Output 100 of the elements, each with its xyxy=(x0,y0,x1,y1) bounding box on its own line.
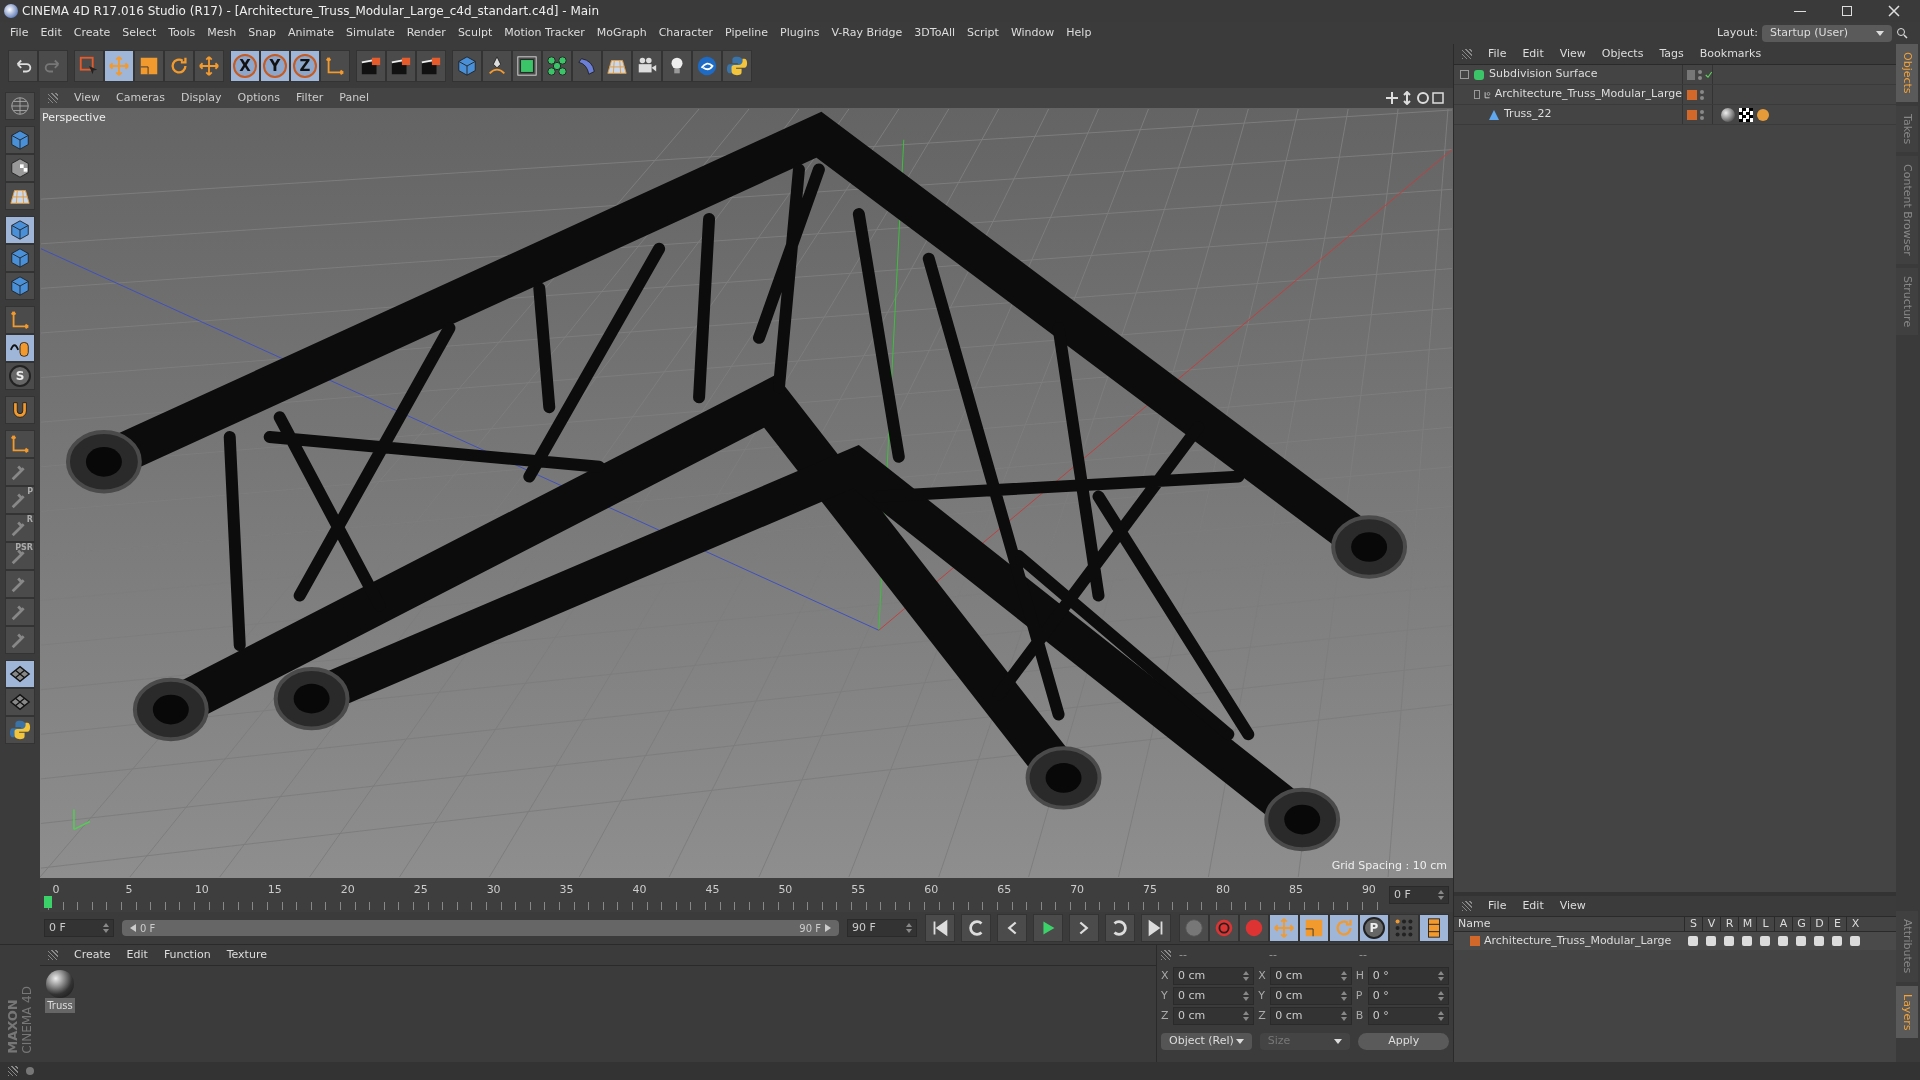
coordinate-field[interactable]: 0 cm xyxy=(1173,967,1255,985)
menu-item[interactable]: Help xyxy=(1060,24,1098,42)
tool-button[interactable] xyxy=(482,50,512,82)
menu-item[interactable]: Mesh xyxy=(201,24,243,42)
menu-item[interactable]: File xyxy=(4,24,35,42)
visibility-dots[interactable] xyxy=(1697,69,1702,80)
viewport-menu-item[interactable]: Options xyxy=(237,89,280,107)
object-menu-item[interactable]: Bookmarks xyxy=(1699,45,1762,63)
menu-item[interactable]: V-Ray Bridge xyxy=(825,24,909,42)
tool-button[interactable] xyxy=(5,688,35,716)
tool-button[interactable] xyxy=(416,50,446,82)
checkmark-icon[interactable] xyxy=(1704,69,1712,80)
menu-item[interactable]: Edit xyxy=(34,24,68,42)
menu-item[interactable]: Tools xyxy=(162,24,202,42)
viewport-menu-item[interactable]: Display xyxy=(181,89,222,107)
tool-button[interactable]: X xyxy=(230,50,260,82)
end-frame-field[interactable]: 90 F xyxy=(847,919,917,937)
tool-button[interactable] xyxy=(722,50,752,82)
menu-item[interactable]: Window xyxy=(1004,24,1061,42)
viewport-menu-item[interactable]: Filter xyxy=(296,89,324,107)
menu-item[interactable]: MoGraph xyxy=(590,24,653,42)
object-menu-item[interactable]: Tags xyxy=(1659,45,1684,63)
tool-button[interactable] xyxy=(961,914,991,942)
menu-item[interactable]: Render xyxy=(400,24,452,42)
object-menu-item[interactable]: File xyxy=(1488,45,1507,63)
tool-button[interactable] xyxy=(5,306,35,334)
menu-item[interactable]: 3DToAll xyxy=(908,24,961,42)
tool-button[interactable] xyxy=(320,50,350,82)
tool-button[interactable] xyxy=(5,660,35,688)
tool-button[interactable] xyxy=(632,50,662,82)
layer-color-swatch[interactable] xyxy=(1470,936,1480,946)
frame-range-handle[interactable]: 0 F 90 F xyxy=(122,920,839,936)
coordinate-field[interactable]: 0 ° xyxy=(1367,967,1449,985)
coordinate-field[interactable]: 0 ° xyxy=(1367,1007,1449,1025)
layer-menu-item[interactable]: Edit xyxy=(1522,897,1544,915)
material-tag-icon[interactable] xyxy=(1721,107,1735,122)
layer-menu-item[interactable]: File xyxy=(1488,897,1507,915)
tool-button[interactable] xyxy=(692,50,722,82)
tool-button[interactable]: Z xyxy=(290,50,320,82)
tool-button[interactable] xyxy=(5,430,35,458)
start-frame-field[interactable]: 0 F xyxy=(44,919,114,937)
menu-item[interactable]: Select xyxy=(116,24,163,42)
tool-button[interactable] xyxy=(1105,914,1135,942)
phong-tag-icon[interactable] xyxy=(1757,108,1769,121)
view-navigation-icons[interactable] xyxy=(1385,91,1445,105)
tree-toggle[interactable] xyxy=(1460,70,1469,79)
viewport-menu-item[interactable]: View xyxy=(74,89,101,107)
layer-menu-item[interactable]: View xyxy=(1559,897,1586,915)
tool-button[interactable] xyxy=(1419,914,1449,942)
tool-button[interactable] xyxy=(5,154,35,182)
tool-button[interactable] xyxy=(104,50,134,82)
tool-button[interactable] xyxy=(1329,914,1359,942)
object-menu-item[interactable]: View xyxy=(1559,45,1586,63)
menu-item[interactable]: Animate xyxy=(282,24,341,42)
tool-button[interactable] xyxy=(386,50,416,82)
menu-item[interactable]: Plugins xyxy=(774,24,826,42)
tool-button[interactable]: P xyxy=(1359,914,1389,942)
tool-button[interactable] xyxy=(8,50,38,82)
tool-button[interactable] xyxy=(512,50,542,82)
tool-button[interactable] xyxy=(1033,914,1063,942)
tool-button[interactable]: S xyxy=(5,362,35,390)
layout-dropdown[interactable]: Startup (User) xyxy=(1762,24,1892,42)
tool-button[interactable] xyxy=(997,914,1027,942)
coordinate-field[interactable]: 0 cm xyxy=(1270,987,1352,1005)
coordinate-field[interactable]: 0 cm xyxy=(1173,1007,1255,1025)
coordinate-field[interactable]: 0 cm xyxy=(1173,987,1255,1005)
menu-item[interactable]: Script xyxy=(961,24,1005,42)
playhead-marker[interactable] xyxy=(44,896,52,908)
texture-tag-icon[interactable] xyxy=(1739,107,1753,122)
tool-button[interactable]: Y xyxy=(260,50,290,82)
tool-button[interactable] xyxy=(5,182,35,210)
tool-button[interactable] xyxy=(5,396,35,424)
object-name[interactable]: Architecture_Truss_Modular_Large xyxy=(1494,86,1682,103)
visibility-dots[interactable] xyxy=(1700,109,1704,120)
current-frame-field[interactable]: 0 F xyxy=(1389,886,1449,904)
tool-button[interactable] xyxy=(1141,914,1171,942)
tool-button[interactable] xyxy=(356,50,386,82)
coordinate-field[interactable]: 0 cm xyxy=(1270,967,1352,985)
viewport-scene-drawing[interactable] xyxy=(40,108,1453,878)
close-icon[interactable] xyxy=(1888,5,1900,17)
material-menu-item[interactable]: Function xyxy=(163,946,211,964)
tool-button[interactable] xyxy=(1269,914,1299,942)
tool-button[interactable]: P xyxy=(5,486,35,514)
tool-button[interactable] xyxy=(164,50,194,82)
object-name[interactable]: Subdivision Surface xyxy=(1489,66,1598,83)
coordinate-field[interactable]: 0 ° xyxy=(1367,987,1449,1005)
apply-button[interactable]: Apply xyxy=(1358,1033,1449,1050)
tool-button[interactable] xyxy=(5,216,35,244)
tool-button[interactable] xyxy=(925,914,955,942)
tool-button[interactable] xyxy=(542,50,572,82)
tool-button[interactable] xyxy=(134,50,164,82)
restore-icon[interactable] xyxy=(1842,6,1852,16)
menu-item[interactable]: Motion Tracker xyxy=(498,24,591,42)
menu-item[interactable]: Snap xyxy=(242,24,282,42)
tree-toggle[interactable] xyxy=(1474,90,1480,99)
object-name[interactable]: Truss_22 xyxy=(1504,106,1552,123)
search-icon[interactable] xyxy=(1896,27,1908,39)
tool-button[interactable] xyxy=(662,50,692,82)
viewport-menu-item[interactable]: Cameras xyxy=(116,89,165,107)
menu-item[interactable]: Sculpt xyxy=(451,24,499,42)
